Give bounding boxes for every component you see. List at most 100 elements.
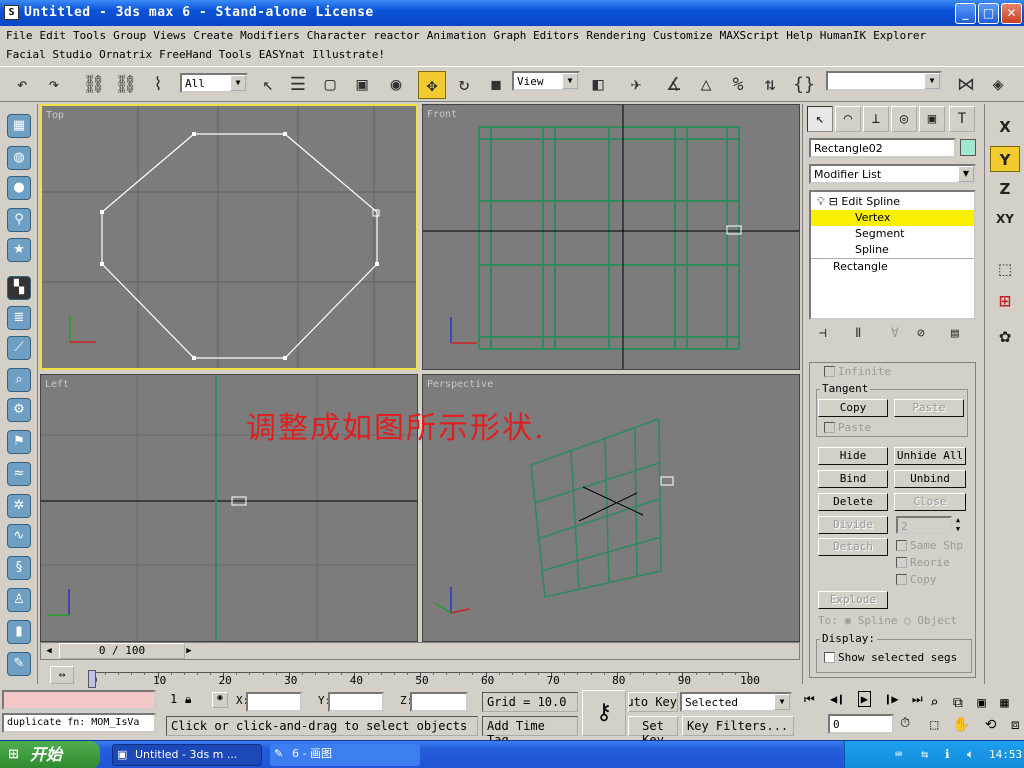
explode-button[interactable]: Explode	[818, 591, 888, 609]
configure-sets-icon[interactable]: ▤	[951, 326, 959, 341]
checker-material-icon[interactable]: ▚	[7, 276, 31, 300]
z-coordinate-field[interactable]	[410, 692, 468, 712]
zoom-extents-all-icon[interactable]: ▦	[1000, 695, 1008, 711]
menu-easynat[interactable]: EASYnat	[253, 46, 305, 61]
percent-snap-icon[interactable]: %	[724, 71, 752, 99]
infinite-checkbox[interactable]: Infinite	[824, 365, 891, 378]
set-key-button[interactable]: Set Key	[628, 716, 678, 747]
menu-reactor[interactable]: reactor	[367, 27, 419, 42]
detach-button[interactable]: Detach	[818, 538, 888, 556]
paste-button[interactable]: Paste	[894, 399, 964, 417]
keyboard-icon[interactable]: ⌨	[895, 747, 902, 761]
pivot-icon[interactable]: ⊞	[990, 288, 1020, 314]
menu-modifiers[interactable]: Modifiers	[234, 27, 300, 42]
close-spline-button[interactable]: Close	[894, 493, 966, 511]
menu-ornatrix[interactable]: Ornatrix	[93, 46, 152, 61]
menu-help[interactable]: Help	[780, 27, 813, 42]
modify-tab-icon[interactable]: ◠	[835, 106, 861, 132]
biped-icon[interactable]: ♙	[7, 588, 31, 612]
menu-group[interactable]: Group	[107, 27, 146, 42]
current-frame-field[interactable]: 0	[828, 714, 894, 734]
make-unique-icon[interactable]: ∀	[891, 326, 899, 341]
angle-snap-icon[interactable]: △	[692, 71, 720, 99]
minimize-button[interactable]: _	[955, 3, 976, 24]
show-end-result-icon[interactable]: Ⅱ	[855, 326, 861, 341]
constrain-x-button[interactable]: X	[990, 114, 1020, 140]
unhide-all-button[interactable]: Unhide All	[894, 447, 966, 465]
go-to-start-icon[interactable]: ⏮	[804, 692, 815, 706]
stack-item-vertex[interactable]: Vertex	[811, 210, 974, 226]
menu-rendering[interactable]: Rendering	[580, 27, 646, 42]
snap-3d-icon[interactable]: ∡	[660, 71, 688, 99]
selection-filter-dropdown[interactable]: All ▼	[180, 73, 248, 93]
task-paint[interactable]: ✎ 6 - 画图	[270, 744, 420, 766]
prev-key-icon[interactable]: ◀❙	[830, 692, 844, 706]
stack-item-edit-spline[interactable]: 💡︎ ⊟ Edit Spline	[811, 194, 974, 210]
brush-icon[interactable]: ✎	[7, 652, 31, 676]
copy-button[interactable]: Copy	[818, 399, 888, 417]
zoom-extents-icon[interactable]: ▣	[977, 695, 985, 711]
task-3dsmax[interactable]: ▣ Untitled - 3ds m ...	[112, 744, 262, 766]
add-time-tag-button[interactable]: Add Time Tag	[482, 716, 578, 747]
menu-humanik[interactable]: HumanIK	[814, 27, 866, 42]
rect-selection-region-icon[interactable]: ▢	[316, 71, 344, 99]
helper-icon[interactable]: ⚑	[7, 430, 31, 454]
menu-edit[interactable]: Edit	[34, 27, 67, 42]
time-config-icon[interactable]: ⏱	[900, 716, 910, 731]
remove-modifier-icon[interactable]: ⊘	[917, 326, 925, 341]
set-key-icon[interactable]: ⚷	[582, 690, 626, 736]
menu-create[interactable]: Create	[187, 27, 233, 42]
menu-animation[interactable]: Animation	[421, 27, 487, 42]
align-icon[interactable]: ◈	[984, 71, 1012, 99]
pan-icon[interactable]: ✋	[953, 717, 970, 733]
arc-rotate-icon[interactable]: ⟲	[985, 717, 997, 733]
constrain-xy-button[interactable]: XY	[990, 206, 1020, 232]
viewport-front[interactable]: Front	[422, 104, 800, 370]
region-zoom-icon[interactable]: ⬚	[930, 717, 938, 733]
delete-button[interactable]: Delete	[818, 493, 888, 511]
undo-icon[interactable]: ↶	[8, 71, 36, 99]
select-manipulate-icon[interactable]: ✈	[622, 71, 650, 99]
bulb-icon[interactable]: 💡︎	[811, 195, 825, 208]
app-icon[interactable]: S	[4, 5, 19, 20]
object-radio[interactable]: ○	[904, 614, 911, 627]
gear-icon[interactable]: ⚙	[7, 398, 31, 422]
constrain-y-button[interactable]: Y	[990, 146, 1020, 172]
bind-button[interactable]: Bind	[818, 470, 888, 488]
divide-button[interactable]: Divide	[818, 516, 888, 534]
create-sphere-icon[interactable]: ●	[7, 176, 31, 200]
menu-views[interactable]: Views	[147, 27, 186, 42]
trackbar[interactable]: ⇔ 0102030405060708090100	[40, 662, 802, 688]
mirror-icon[interactable]: ⋈	[952, 71, 980, 99]
lens-icon[interactable]: ⌕	[7, 368, 31, 392]
zoom-icon[interactable]: ⌕	[930, 695, 938, 711]
create-light-icon[interactable]: ⚲	[7, 208, 31, 232]
min-max-toggle-icon[interactable]: ⧈	[1011, 717, 1020, 733]
pin-stack-icon[interactable]: ⊣	[819, 326, 827, 341]
create-box-icon[interactable]: ▦	[7, 114, 31, 138]
select-object-icon[interactable]: ↖	[254, 71, 282, 99]
play-icon[interactable]: ▶	[857, 691, 871, 707]
menu-tools[interactable]: Tools	[67, 27, 106, 42]
select-and-move-icon[interactable]: ✥	[418, 71, 446, 99]
maxscript-listener-input[interactable]	[2, 690, 156, 710]
maximize-button[interactable]: □	[978, 3, 999, 24]
object-color-swatch[interactable]	[960, 139, 976, 156]
stack-icon[interactable]: ≣	[7, 306, 31, 330]
menu-graph-editors[interactable]: Graph Editors	[487, 27, 579, 42]
particle-flow-icon[interactable]: ✿	[990, 324, 1020, 350]
hide-button[interactable]: Hide	[818, 447, 888, 465]
spring-icon[interactable]: §	[7, 556, 31, 580]
viewport-top[interactable]: Top	[40, 104, 418, 370]
time-slider-thumb[interactable]: 0 / 100	[59, 643, 185, 659]
time-cursor[interactable]	[88, 670, 96, 688]
menu-character[interactable]: Character	[301, 27, 367, 42]
edit-named-selection-icon[interactable]: {}	[790, 71, 818, 99]
auto-key-button[interactable]: Auto Key	[628, 692, 678, 712]
object-name-field[interactable]: Rectangle02	[809, 138, 956, 158]
reference-coord-dropdown[interactable]: View ▼	[512, 71, 580, 91]
hierarchy-tab-icon[interactable]: ⊥	[863, 106, 889, 132]
copy-checkbox[interactable]: Copy	[896, 573, 937, 586]
lock-selection-icon[interactable]: 🔒︎	[185, 692, 191, 707]
absolute-mode-icon[interactable]: ◉	[212, 692, 228, 708]
